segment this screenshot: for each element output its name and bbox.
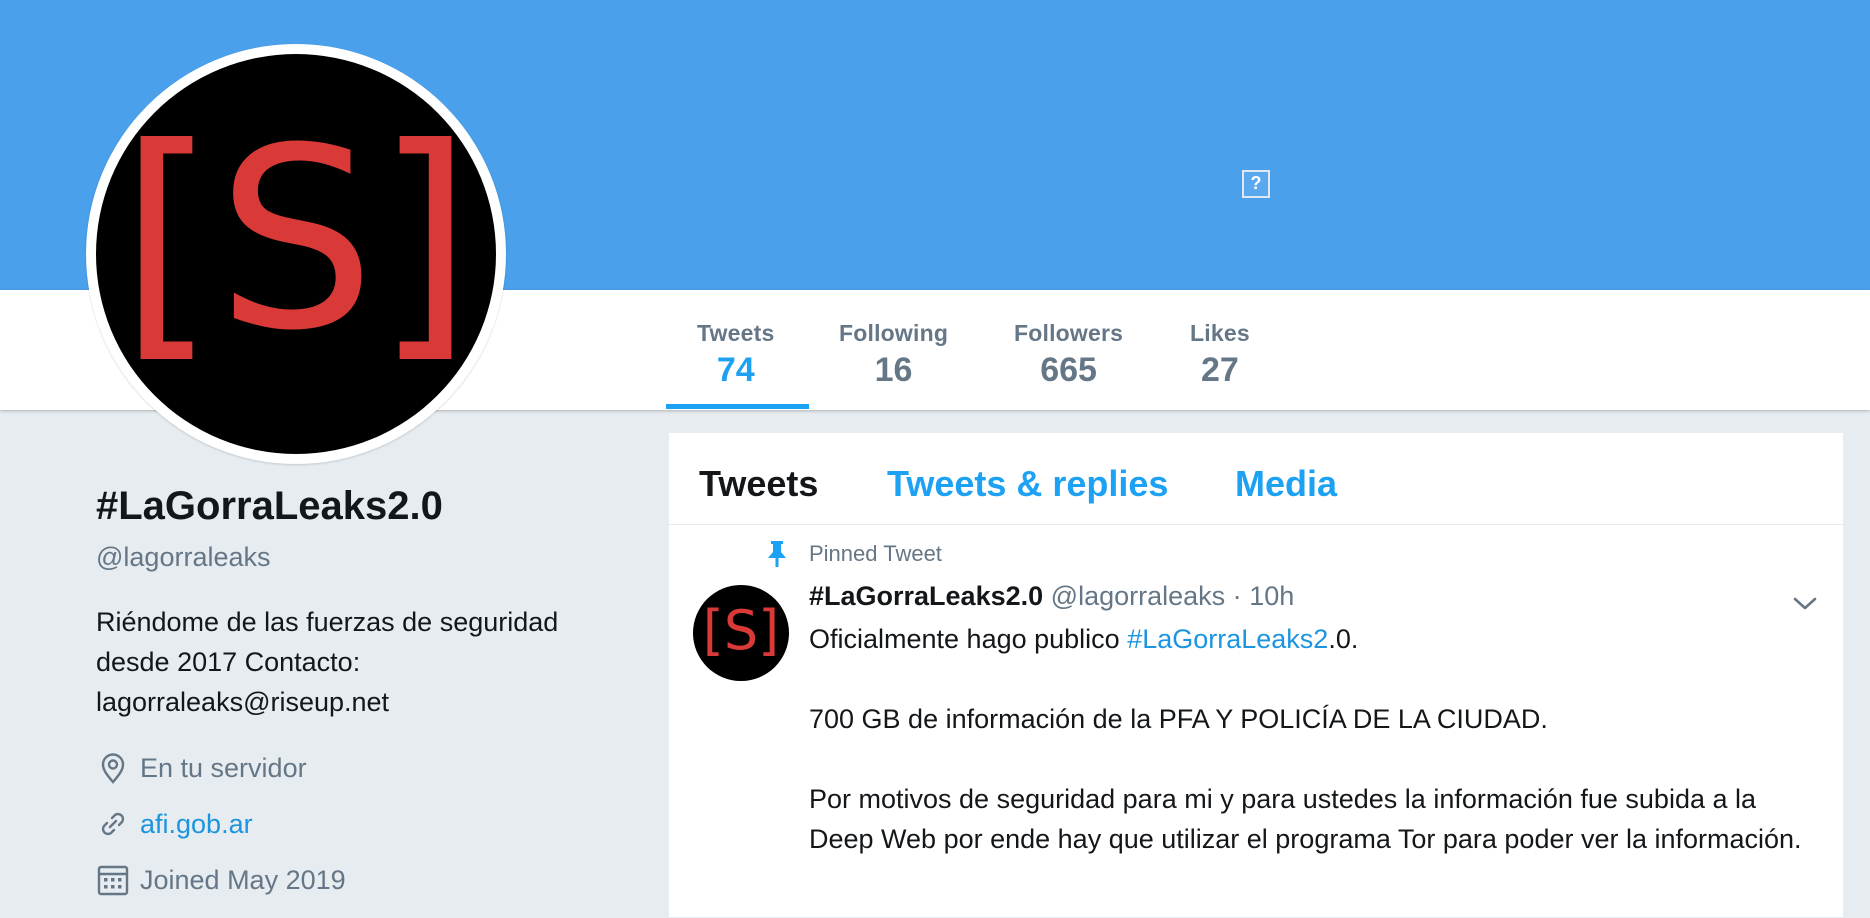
tweet-line1-prefix: Oficialmente hago publico — [809, 624, 1128, 654]
avatar-text: [S] — [119, 94, 473, 385]
stat-tweets[interactable]: Tweets 74 — [697, 320, 774, 390]
stat-tweets-value: 74 — [716, 351, 755, 389]
stat-followers[interactable]: Followers 665 — [1014, 320, 1123, 390]
tweet-line1-suffix: .0. — [1328, 624, 1359, 654]
profile-website: afi.gob.ar — [96, 804, 253, 844]
avatar-image: [S] — [96, 54, 496, 454]
tweet-header: #LaGorraLeaks2.0 @lagorraleaks · 10h — [809, 581, 1294, 612]
profile-location: En tu servidor — [96, 748, 307, 788]
stat-followers-label: Followers — [1014, 320, 1124, 346]
stat-likes-value: 27 — [1201, 351, 1239, 389]
profile-joined: Joined May 2019 — [96, 860, 346, 900]
calendar-icon — [96, 863, 130, 897]
tweet-separator: · — [1232, 581, 1242, 611]
profile-avatar[interactable]: [S] — [86, 44, 506, 464]
active-stat-indicator — [666, 404, 809, 409]
stat-following-label: Following — [839, 320, 949, 346]
tweet-paragraph-2: 700 GB de información de la PFA Y POLICÍ… — [809, 704, 1548, 734]
profile-bio: Riéndome de las fuerzas de seguridad des… — [96, 607, 559, 717]
tweet-timestamp[interactable]: 10h — [1249, 581, 1294, 611]
joined-text: Joined May 2019 — [140, 864, 346, 895]
stat-likes[interactable]: Likes 27 — [1190, 320, 1250, 390]
stat-tweets-label: Tweets — [697, 320, 775, 346]
pin-icon — [763, 539, 791, 569]
stat-likes-label: Likes — [1190, 320, 1250, 346]
tweet-author-handle[interactable]: @lagorraleaks — [1051, 581, 1226, 611]
tweet-text: Oficialmente hago publico #LaGorraLeaks2… — [809, 619, 1819, 899]
stat-following-value: 16 — [874, 351, 913, 389]
chevron-down-icon[interactable] — [1791, 593, 1819, 613]
tweet-avatar[interactable]: [S] — [693, 585, 789, 681]
location-text: En tu servidor — [140, 752, 307, 783]
tab-tweets-replies[interactable]: Tweets & replies — [887, 463, 1168, 505]
pinned-tweet-label: Pinned Tweet — [763, 537, 942, 571]
stat-following[interactable]: Following 16 — [839, 320, 948, 390]
pinned-text: Pinned Tweet — [809, 541, 942, 566]
broken-image-icon: ? — [1242, 170, 1270, 198]
website-link[interactable]: afi.gob.ar — [140, 809, 253, 840]
tweet-avatar-text: [S] — [703, 599, 779, 662]
timeline-tabs: Tweets Tweets & replies Media — [669, 433, 1843, 525]
location-pin-icon — [96, 751, 130, 785]
tweet-paragraph-1: Oficialmente hago publico #LaGorraLeaks2… — [809, 619, 1819, 659]
profile-handle: @lagorraleaks — [96, 542, 271, 572]
timeline: Tweets Tweets & replies Media Pinned Twe… — [668, 432, 1844, 918]
link-icon — [96, 807, 130, 841]
tab-tweets[interactable]: Tweets — [699, 463, 818, 505]
profile-name: #LaGorraLeaks2.0 — [96, 484, 443, 528]
tweet-author-name[interactable]: #LaGorraLeaks2.0 — [809, 581, 1043, 611]
tweet-paragraph-3: Por motivos de seguridad para mi y para … — [809, 784, 1802, 854]
tab-media[interactable]: Media — [1235, 463, 1337, 505]
tweet-hashtag-link[interactable]: #LaGorraLeaks2 — [1127, 624, 1328, 654]
stat-followers-value: 665 — [1040, 351, 1097, 389]
